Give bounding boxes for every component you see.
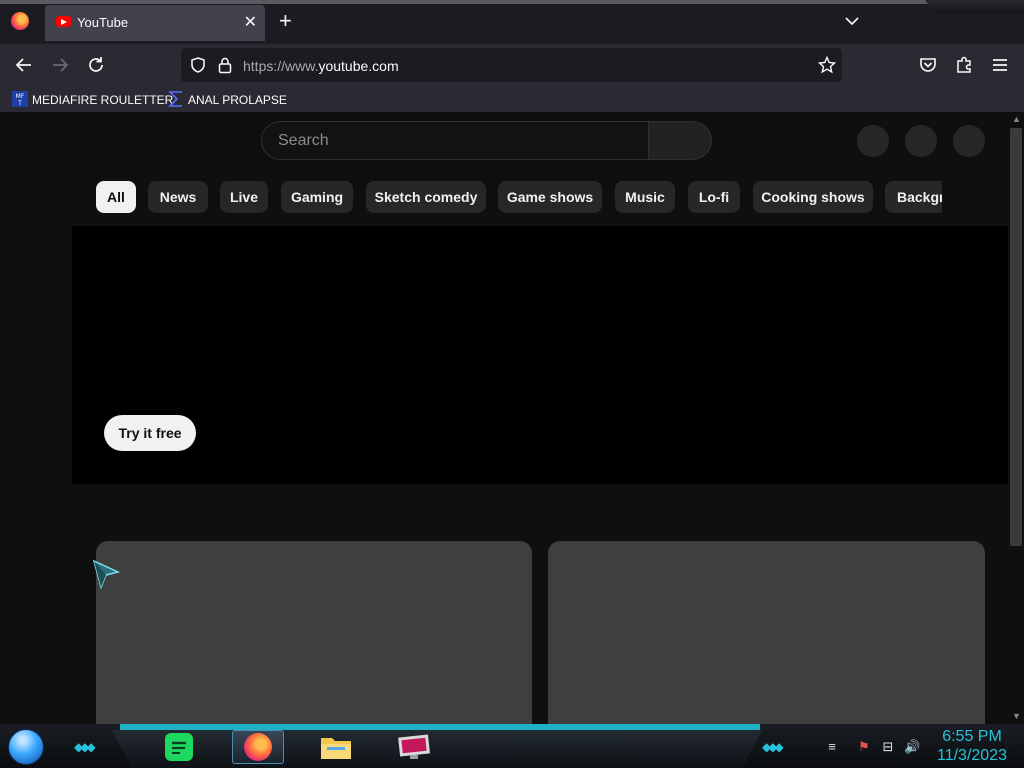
taskbar-display-app[interactable] [388,730,440,764]
youtube-page: Search All News Live Gaming Sketch comed… [0,112,1024,724]
svg-text:T: T [17,100,22,107]
chip-sketch-comedy[interactable]: Sketch comedy [366,181,486,213]
show-hidden-icons-icon[interactable]: ≡ [824,739,840,755]
forward-arrow-icon[interactable] [50,55,70,75]
clock-time[interactable]: 6:55 PM [930,728,1014,746]
back-arrow-icon[interactable] [14,55,34,75]
chip-news[interactable]: News [148,181,208,213]
close-tab-icon[interactable]: ✕ [244,12,257,32]
youtube-favicon-icon [56,16,71,27]
taskbar-chevron-icon: ◆◆◆ [74,740,96,754]
header-icon-placeholder[interactable] [905,125,937,157]
window-decoration [925,0,1024,14]
chip-music[interactable]: Music [615,181,675,213]
pocket-icon[interactable] [918,55,938,75]
tab-title: YouTube [77,15,129,30]
tab-youtube[interactable]: YouTube ✕ [45,5,265,41]
os-taskbar: ◆◆◆ ◆◆◆ ≡ ⚑ ⊟ 🔊 6:55 PM 11/3/2023 [0,724,1024,768]
chip-cooking-shows[interactable]: Cooking shows [753,181,873,213]
url-domain: youtube.com [318,58,399,74]
start-orb-icon[interactable] [8,729,44,765]
screen: YouTube ✕ + https://www.youtube.com MF T… [0,0,1024,768]
list-all-tabs-chevron-icon[interactable] [845,14,859,28]
chip-live[interactable]: Live [220,181,268,213]
bookmark-sigma-icon [168,91,182,107]
bookmark-label: ANAL PROLAPSE [188,93,287,107]
spotify-icon [165,733,193,761]
bookmarks-toolbar: MF T MEDIAFIRE ROULETTER ANAL PROLAPSE [0,86,1024,112]
monitor-icon [398,734,430,759]
chip-background-music[interactable]: Background music [885,181,942,213]
browser-tab-bar: YouTube ✕ + [0,0,1024,44]
bookmark-label: MEDIAFIRE ROULETTER [32,93,174,107]
search-button[interactable] [648,121,712,160]
taskbar-firefox-app[interactable] [232,730,284,764]
mediafire-icon: MF T [12,91,28,107]
scrollbar-thumb[interactable] [1010,128,1022,546]
bookmark-star-icon[interactable] [818,56,836,74]
taskbar-file-explorer-app[interactable] [310,730,362,764]
address-bar[interactable]: https://www.youtube.com [181,48,842,82]
hamburger-menu-icon[interactable] [990,55,1010,75]
firefox-menu-icon[interactable] [11,12,29,30]
chip-game-shows[interactable]: Game shows [498,181,602,213]
action-center-flag-icon[interactable]: ⚑ [856,739,872,755]
chip-gaming[interactable]: Gaming [281,181,353,213]
chip-lo-fi[interactable]: Lo-fi [688,181,740,213]
header-icon-placeholder[interactable] [857,125,889,157]
firefox-icon [244,733,272,761]
category-chips-bar: All News Live Gaming Sketch comedy Game … [96,181,942,213]
new-tab-button[interactable]: + [279,10,292,32]
svg-text:MF: MF [16,93,25,100]
video-thumbnail-placeholder[interactable] [96,541,532,724]
folder-icon [321,738,351,759]
tracking-protection-shield-icon[interactable] [189,56,207,74]
network-icon[interactable]: ⊟ [880,739,896,755]
video-thumbnail-placeholder[interactable] [548,541,985,724]
try-it-free-button[interactable]: Try it free [104,415,196,451]
scroll-down-arrow-icon[interactable]: ▼ [1012,711,1021,721]
taskbar-spotify-app[interactable] [154,730,206,764]
bookmark-mediafire-rouletter[interactable]: MF T MEDIAFIRE ROULETTER [12,91,173,109]
promo-banner: Try it free [72,226,1008,484]
browser-nav-toolbar: https://www.youtube.com [0,44,1024,86]
taskbar-chevron-icon: ◆◆◆ [762,740,784,754]
bookmark-anal-prolapse[interactable]: ANAL PROLAPSE [168,91,288,109]
page-scrollbar[interactable]: ▲ ▼ [1008,112,1024,724]
clock-date[interactable]: 11/3/2023 [930,747,1014,765]
chip-all[interactable]: All [96,181,136,213]
search-input[interactable]: Search [261,121,649,160]
url-text: https://www.youtube.com [243,58,399,74]
scroll-up-arrow-icon[interactable]: ▲ [1012,114,1021,124]
reload-icon[interactable] [86,55,106,75]
volume-icon[interactable]: 🔊 [904,739,920,755]
url-prefix: https://www. [243,58,319,74]
lock-icon[interactable] [217,56,233,74]
extensions-puzzle-icon[interactable] [954,55,974,75]
mouse-cursor-icon [92,559,120,590]
avatar[interactable] [953,125,985,157]
search-placeholder: Search [278,132,329,149]
